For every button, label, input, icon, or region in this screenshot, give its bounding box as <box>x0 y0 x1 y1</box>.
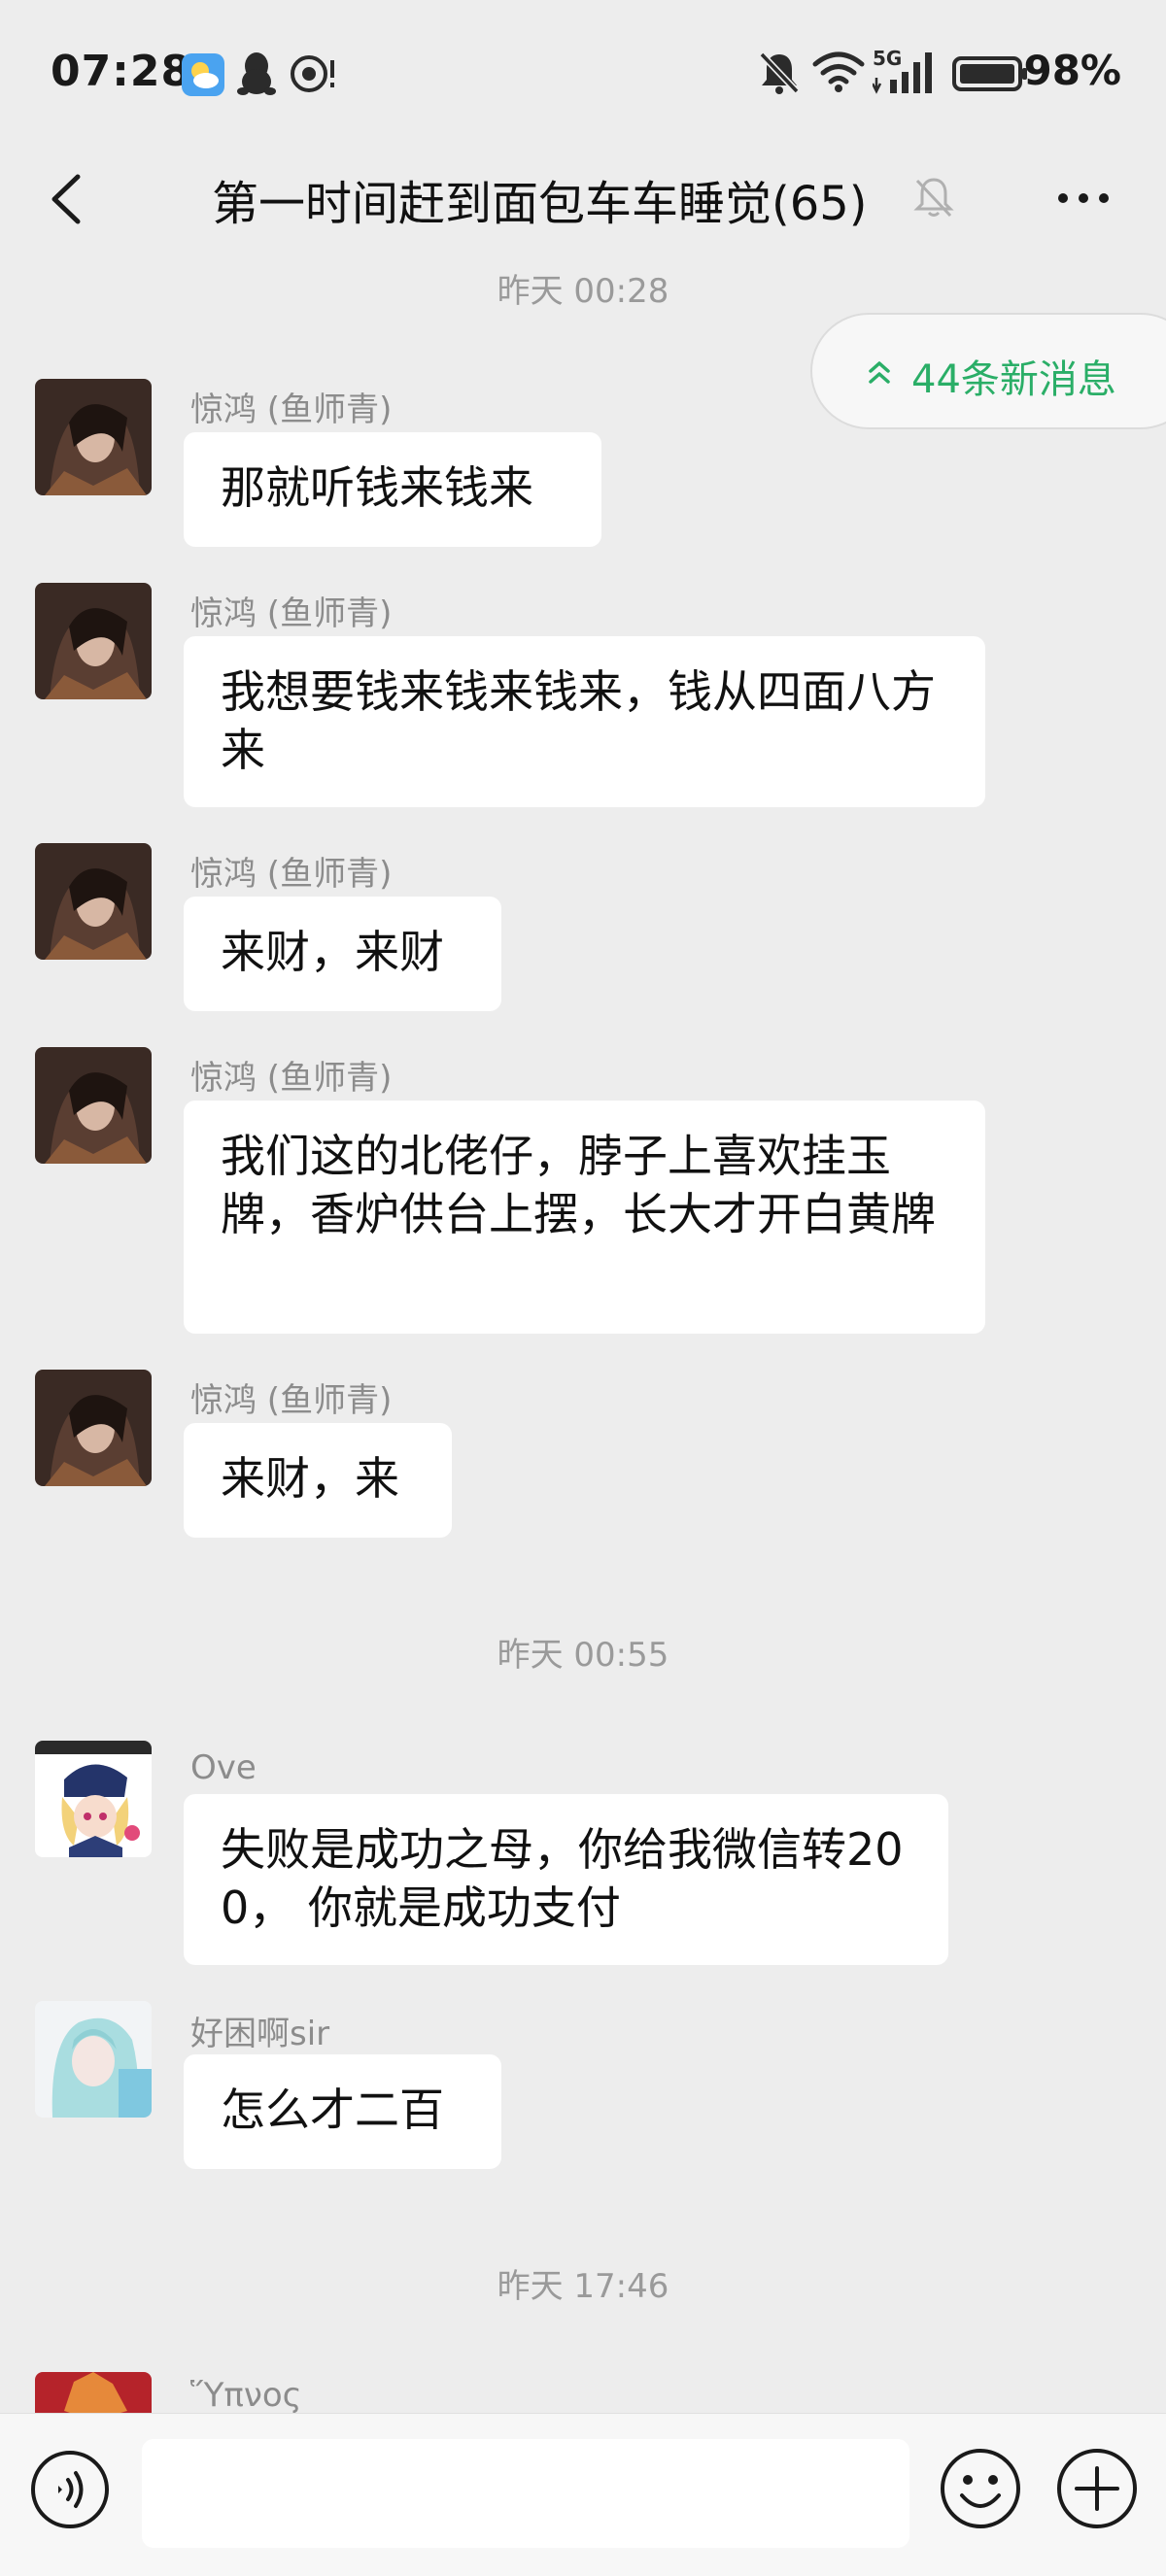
double-chevron-up-icon <box>865 357 894 390</box>
avatar[interactable] <box>35 1370 152 1486</box>
timestamp: 昨天 00:28 <box>497 272 669 311</box>
back-arrow-icon <box>51 174 81 224</box>
sender-name: 惊鸿 (鱼师青) <box>190 855 393 894</box>
sender-name: 惊鸿 (鱼师青) <box>190 1059 393 1098</box>
avatar[interactable] <box>35 843 152 960</box>
plus-button[interactable] <box>1055 2447 1139 2530</box>
avatar-image <box>35 1370 152 1486</box>
message-bubble[interactable]: 失败是成功之母，你给我微信转200， 你就是成功支付 <box>184 1794 948 1965</box>
avatar[interactable] <box>35 379 152 495</box>
message-input[interactable] <box>142 2439 909 2548</box>
mute-bell-icon <box>758 51 801 99</box>
input-bar <box>0 2413 1166 2576</box>
timestamp: 昨天 00:55 <box>497 1636 669 1675</box>
avatar-image <box>35 379 152 495</box>
avatar[interactable] <box>35 2001 152 2118</box>
emoji-icon <box>941 2449 1020 2528</box>
avatar[interactable] <box>35 2372 152 2413</box>
emoji-button[interactable] <box>939 2447 1022 2530</box>
status-time: 07:28 <box>51 47 192 96</box>
sender-name: Ὕπνος <box>190 2376 302 2413</box>
wifi-icon <box>812 51 865 97</box>
avatar-image <box>35 1047 152 1164</box>
chat-screen: 07:28 5G 98% 第一时间赶到面包车车睡觉(65) 昨天 00:28 4… <box>0 0 1166 2576</box>
avatar[interactable] <box>35 1047 152 1164</box>
avatar-image <box>35 583 152 699</box>
message-bubble[interactable]: 怎么才二百 <box>184 2054 501 2169</box>
avatar-image <box>35 843 152 960</box>
new-messages-button[interactable]: 44条新消息 <box>810 313 1166 429</box>
weather-app-icon <box>181 52 225 101</box>
more-dots-icon <box>1058 193 1109 203</box>
chat-header: 第一时间赶到面包车车睡觉(65) <box>0 136 1166 262</box>
battery-icon <box>952 56 1030 95</box>
sender-name: Ove <box>190 1748 257 1787</box>
avatar-image <box>35 2001 152 2118</box>
timestamp: 昨天 17:46 <box>497 2267 669 2306</box>
voice-button[interactable] <box>29 2449 111 2530</box>
sender-name: 惊鸿 (鱼师青) <box>190 390 393 429</box>
sender-name: 惊鸿 (鱼师青) <box>190 594 393 633</box>
message-bubble[interactable]: 来财，来财 <box>184 897 501 1011</box>
avatar-image <box>35 2372 152 2413</box>
message-bubble[interactable]: 我们这的北佬仔，脖子上喜欢挂玉牌，香炉供台上摆，长大才开白黄牌 <box>184 1101 985 1334</box>
message-bubble[interactable]: 我想要钱来钱来钱来，钱从四面八方来 <box>184 636 985 807</box>
avatar[interactable] <box>35 583 152 699</box>
voice-icon <box>31 2451 109 2528</box>
more-button[interactable] <box>1049 169 1117 227</box>
location-icon <box>290 52 338 99</box>
chat-title[interactable]: 第一时间赶到面包车车睡觉(65) <box>212 165 868 233</box>
status-bar: 07:28 5G 98% <box>0 0 1166 136</box>
qq-icon <box>237 51 276 101</box>
avatar-image <box>35 1741 152 1857</box>
chat-muted-bell-icon <box>911 175 956 223</box>
back-button[interactable] <box>35 165 103 233</box>
sender-name: 惊鸿 (鱼师青) <box>190 1381 393 1420</box>
battery-percentage: 98% <box>1023 47 1121 94</box>
message-bubble[interactable]: 那就听钱来钱来 <box>184 432 601 547</box>
avatar[interactable] <box>35 1741 152 1857</box>
plus-icon <box>1057 2449 1137 2528</box>
sender-name: 好困啊sir <box>190 2015 330 2053</box>
new-messages-label: 44条新消息 <box>911 357 1116 402</box>
message-bubble[interactable]: 来财，来 <box>184 1423 452 1538</box>
